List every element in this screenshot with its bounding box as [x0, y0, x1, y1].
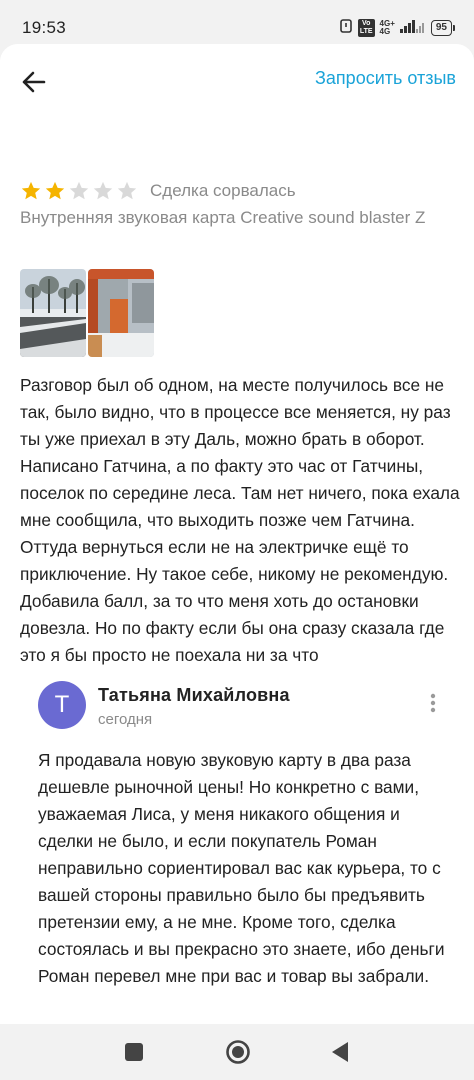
signal-icon — [399, 19, 426, 38]
item-title[interactable]: Внутренняя звуковая карта Creative sound… — [20, 206, 460, 230]
back-nav-button[interactable] — [330, 1041, 350, 1068]
review-text: Разговор был об одном, на месте получило… — [20, 375, 460, 665]
review-screen: Запросить отзыв Сделка сорвалась Внутрен… — [0, 44, 474, 1024]
star-empty-icon — [69, 181, 89, 200]
reply-date: сегодня — [98, 711, 153, 728]
review-photo-1[interactable] — [20, 269, 86, 357]
review-photos — [20, 269, 154, 357]
status-icons: Vo LTE 4G+ 4G 95 — [339, 18, 456, 39]
system-nav-bar — [0, 1024, 474, 1080]
square-icon — [125, 1043, 143, 1061]
request-review-button[interactable]: Запросить отзыв — [315, 68, 456, 89]
rating-row: Сделка сорвалась — [20, 178, 296, 204]
arrow-left-icon — [22, 71, 46, 93]
app-bar: Запросить отзыв — [0, 44, 474, 116]
star-filled-icon — [45, 181, 65, 200]
star-empty-icon — [93, 181, 113, 200]
more-vert-icon — [430, 693, 436, 713]
triangle-back-icon — [332, 1042, 348, 1062]
more-options-button[interactable] — [424, 691, 442, 715]
circle-icon — [226, 1040, 250, 1064]
avatar[interactable]: Т — [38, 681, 86, 729]
reply-author[interactable]: Татьяна Михайловна — [98, 685, 290, 706]
reply-text: Я продавала новую звуковую карту в два р… — [38, 750, 450, 986]
volte-icon: Vo LTE — [357, 19, 375, 37]
recents-button[interactable] — [124, 1042, 144, 1067]
status-time: 19:53 — [22, 18, 67, 37]
alarm-icon — [339, 18, 353, 39]
star-rating — [20, 180, 140, 202]
back-button[interactable] — [16, 64, 52, 100]
home-button[interactable] — [225, 1039, 251, 1070]
review-photo-2[interactable] — [88, 269, 154, 357]
star-filled-icon — [21, 181, 41, 200]
network-type-icon: 4G+ 4G — [379, 19, 395, 36]
star-empty-icon — [117, 181, 137, 200]
battery-indicator: 95 — [430, 20, 456, 36]
deal-status: Сделка сорвалась — [150, 181, 296, 200]
